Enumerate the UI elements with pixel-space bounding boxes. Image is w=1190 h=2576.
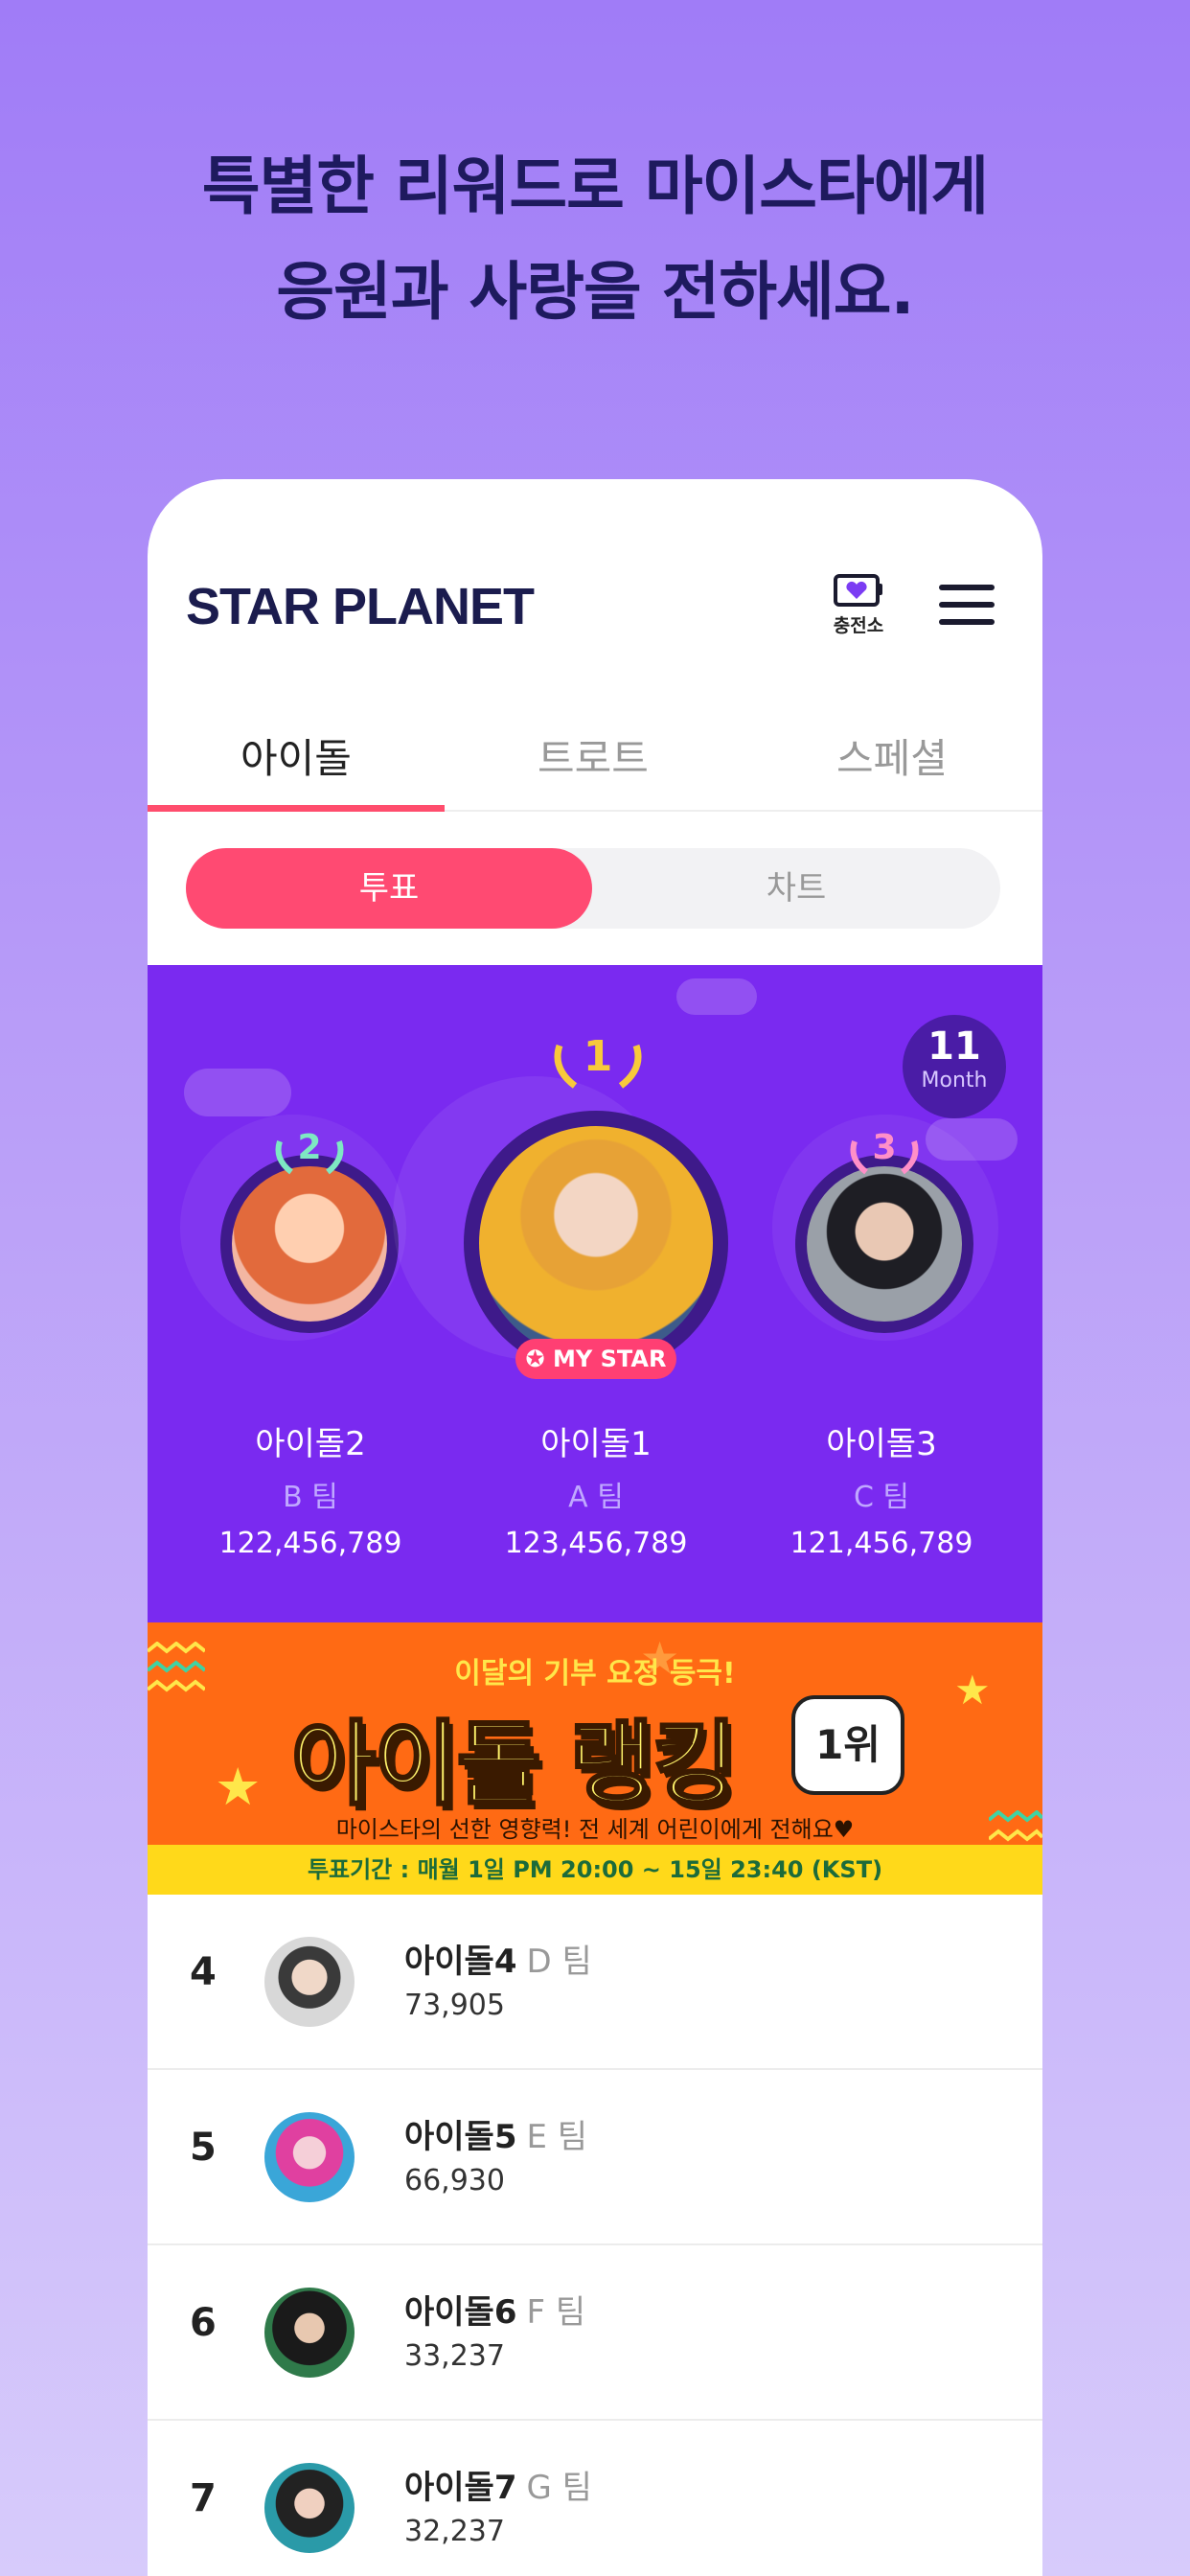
segment-wrapper: 투표 차트	[148, 812, 1042, 965]
avatar	[264, 2463, 355, 2553]
headline-line-2: 응원과 사랑을 전하세요.	[276, 255, 914, 329]
vote-count: 66,930	[404, 2164, 505, 2197]
podium-votes-1: 123,456,789	[504, 1527, 688, 1560]
idol-name: 아이돌7	[404, 2469, 517, 2507]
top3-podium: 11 Month 2 아이돌2 B 팀 122,456,789 1 ✪ MY S…	[148, 965, 1042, 1622]
avatar	[264, 2112, 355, 2202]
charge-station-label: 충전소	[833, 615, 884, 636]
cloud-decoration	[184, 1069, 291, 1116]
podium-name-1: 아이돌1	[540, 1425, 652, 1463]
ranking-list: 4 아이돌4 D 팀 73,905 5 아이돌5 E 팀 66,930 6 아이돌6…	[148, 1895, 1042, 2576]
vote-count: 32,237	[404, 2515, 505, 2548]
team-name: E 팀	[526, 2118, 588, 2156]
avatar	[264, 1937, 355, 2027]
banner-title: 아이돌 랭킹	[289, 1710, 738, 1820]
row-name-wrap: 아이돌7 G 팀	[404, 2461, 592, 2508]
banner-top-text: 이달의 기부 요정 등극!	[454, 1657, 736, 1690]
rank-number: 4	[190, 1950, 217, 1994]
my-star-badge: ✪ MY STAR	[515, 1339, 676, 1379]
promo-headline: 특별한 리워드로 마이스타에게 응원과 사랑을 전하세요.	[0, 134, 1190, 345]
headline-line-1: 특별한 리워드로 마이스타에게	[201, 150, 989, 223]
month-label: Month	[921, 1069, 988, 1092]
podium-team-3: C 팀	[853, 1481, 910, 1514]
list-item[interactable]: 7 아이돌7 G 팀 32,237	[148, 2421, 1042, 2576]
idol-name: 아이돌5	[404, 2118, 517, 2156]
row-name-wrap: 아이돌6 F 팀	[404, 2286, 585, 2333]
tab-special[interactable]: 스페셜	[742, 726, 1042, 785]
avatar-idol-2[interactable]	[232, 1166, 387, 1322]
banner-first-place-badge: 1위	[791, 1695, 904, 1795]
tab-idol[interactable]: 아이돌	[148, 726, 445, 785]
vote-segment-button[interactable]: 투표	[186, 848, 592, 929]
category-tabs: 아이돌 트로트 스페셜	[148, 642, 1042, 812]
podium-votes-3: 121,456,789	[790, 1527, 973, 1560]
row-name-wrap: 아이돌5 E 팀	[404, 2110, 587, 2157]
banner-vote-period: 투표기간 : 매월 1일 PM 20:00 ~ 15일 23:40 (KST)	[148, 1845, 1042, 1895]
app-header: STAR PLANET 충전소	[148, 479, 1042, 642]
rank-1-number: 1	[583, 1032, 613, 1081]
star-icon: ★	[215, 1757, 262, 1817]
charge-station-button[interactable]: 충전소	[824, 573, 893, 637]
hamburger-icon[interactable]	[939, 585, 995, 625]
avatar	[264, 2288, 355, 2378]
app-logo[interactable]: STAR PLANET	[186, 577, 535, 636]
idol-name: 아이돌4	[404, 1943, 517, 1981]
podium-team-2: B 팀	[283, 1481, 338, 1514]
rank-number: 6	[190, 2301, 217, 2345]
team-name: D 팀	[526, 1943, 592, 1981]
phone-screen: STAR PLANET 충전소 아이돌 트로트 스페셜 투표 차트 11 Mon…	[148, 479, 1042, 2576]
month-badge: 11 Month	[903, 1015, 1006, 1118]
team-name: G 팀	[526, 2469, 592, 2507]
vote-count: 33,237	[404, 2339, 505, 2373]
vote-count: 73,905	[404, 1989, 505, 2022]
star-icon: ✪	[525, 1346, 545, 1372]
laurel-rank-2: 2	[270, 1128, 349, 1182]
list-item[interactable]: 5 아이돌5 E 팀 66,930	[148, 2070, 1042, 2245]
tab-trot[interactable]: 트로트	[445, 726, 742, 785]
active-tab-indicator	[148, 805, 445, 812]
rank-number: 7	[190, 2476, 217, 2520]
avatar-idol-3[interactable]	[807, 1166, 962, 1322]
heart-tv-icon	[834, 574, 882, 607]
laurel-rank-3: 3	[845, 1128, 924, 1182]
banner-subtitle: 마이스타의 선한 영향력! 전 세계 어린이에게 전해요♥	[335, 1816, 855, 1843]
list-item[interactable]: 4 아이돌4 D 팀 73,905	[148, 1895, 1042, 2070]
podium-votes-2: 122,456,789	[218, 1527, 402, 1560]
team-name: F 팀	[526, 2293, 586, 2332]
podium-name-3: 아이돌3	[826, 1425, 937, 1463]
month-number: 11	[927, 1024, 981, 1069]
cloud-decoration	[676, 978, 757, 1015]
idol-name: 아이돌6	[404, 2293, 517, 2332]
list-item[interactable]: 6 아이돌6 F 팀 33,237	[148, 2245, 1042, 2421]
vote-chart-toggle: 투표 차트	[186, 848, 1000, 929]
chart-segment-button[interactable]: 차트	[592, 848, 1000, 929]
rank-number: 5	[190, 2126, 217, 2170]
podium-team-1: A 팀	[568, 1481, 624, 1514]
my-star-label: MY STAR	[553, 1346, 667, 1372]
avatar-idol-1[interactable]	[479, 1126, 713, 1360]
podium-name-2: 아이돌2	[255, 1425, 366, 1463]
row-name-wrap: 아이돌4 D 팀	[404, 1935, 592, 1982]
rank-3-number: 3	[872, 1128, 897, 1167]
laurel-rank-1: 1	[548, 1032, 648, 1095]
rank-2-number: 2	[297, 1128, 322, 1167]
idol-ranking-banner[interactable]: ★ ★ ★ 이달의 기부 요정 등극! 아이돌 랭킹 1위 마이스타의 선한 영…	[148, 1622, 1042, 1895]
